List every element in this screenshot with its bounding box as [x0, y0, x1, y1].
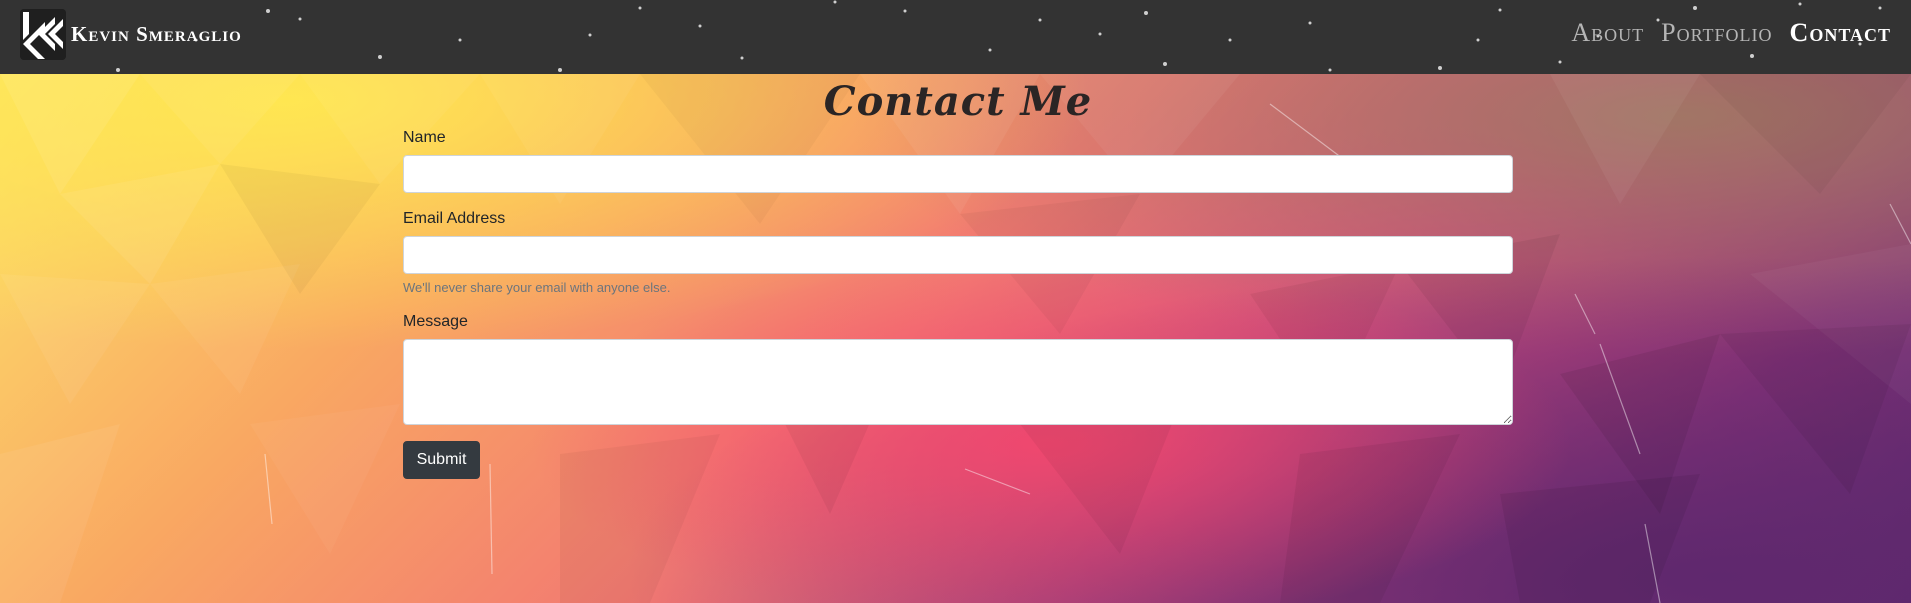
brand-home-link[interactable]: Kevin Smeraglio	[20, 9, 242, 60]
kevin-smeraglio-logo-icon	[20, 9, 66, 60]
nav-link-contact[interactable]: Contact	[1790, 18, 1891, 48]
email-help-text: We'll never share your email with anyone…	[403, 280, 671, 295]
message-textarea[interactable]	[403, 339, 1513, 425]
contact-form: Name Email Address We'll never share you…	[403, 128, 1513, 479]
nav-link-portfolio[interactable]: Portfolio	[1661, 18, 1772, 48]
nav-link-about[interactable]: About	[1571, 18, 1644, 48]
message-label: Message	[403, 313, 468, 330]
email-input[interactable]	[403, 236, 1513, 274]
brand-name: Kevin Smeraglio	[71, 22, 242, 46]
navbar: Kevin Smeraglio About Portfolio Contact	[0, 0, 1911, 74]
message-form-group: Message	[403, 312, 1513, 425]
page-title: Contact Me	[823, 78, 1093, 125]
name-label: Name	[403, 129, 446, 146]
contact-form-container: Contact Me Name Email Address We'll neve…	[403, 74, 1513, 479]
submit-button[interactable]: Submit	[403, 441, 480, 479]
contact-section: Contact Me Name Email Address We'll neve…	[0, 74, 1911, 603]
email-label: Email Address	[403, 210, 506, 227]
name-form-group: Name	[403, 128, 1513, 193]
email-form-group: Email Address We'll never share your ema…	[403, 209, 1513, 296]
main-nav: About Portfolio Contact	[1571, 18, 1891, 48]
name-input[interactable]	[403, 155, 1513, 193]
